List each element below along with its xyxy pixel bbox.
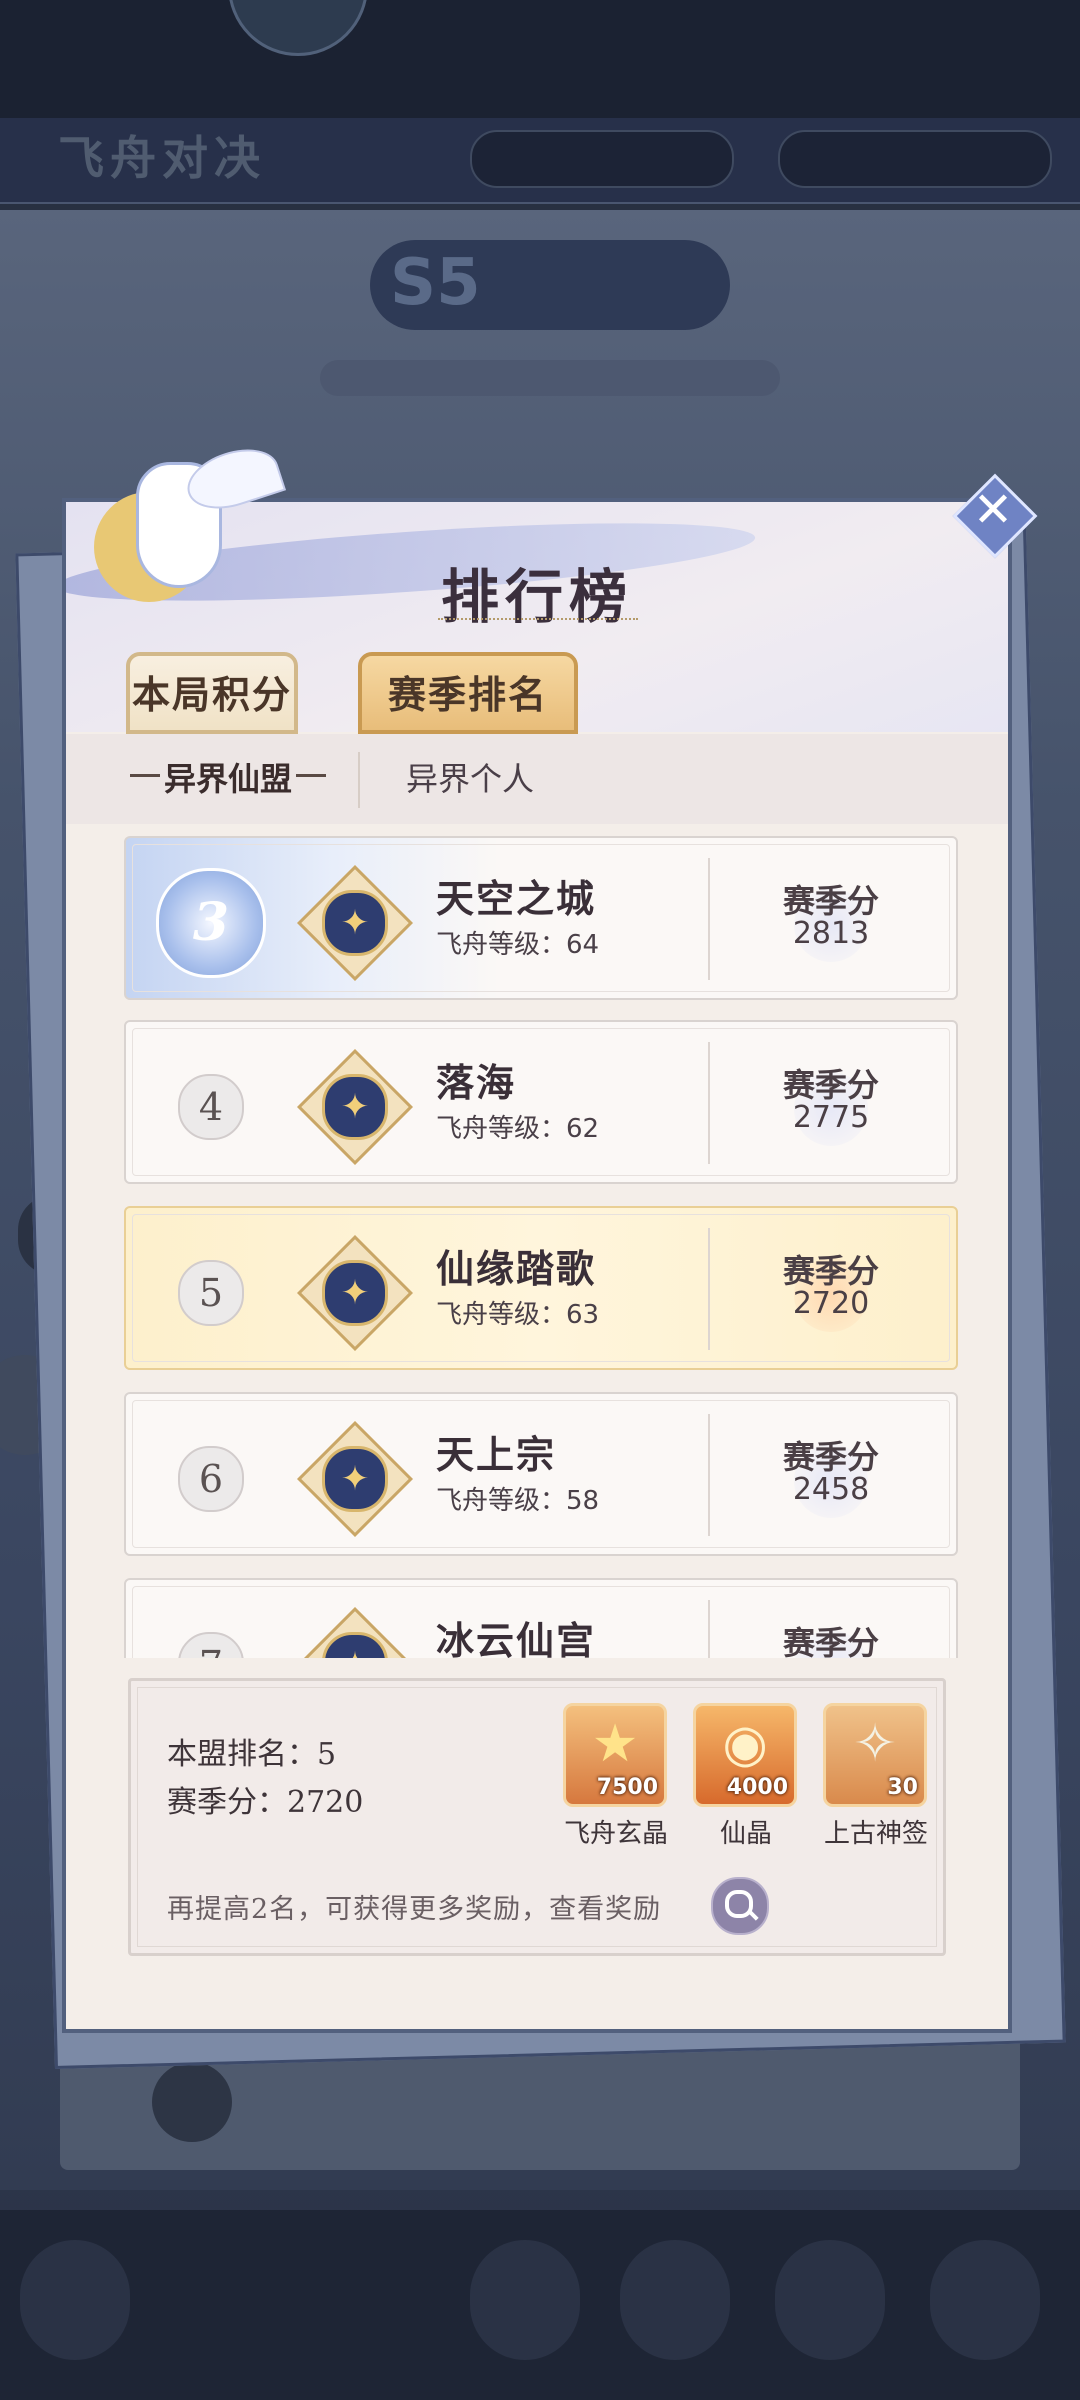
ranking-list[interactable]: 3 ✦ 天空之城 飞舟等级：64 赛季分 2813 4 ✦ 落海 飞舟等级：62…: [124, 836, 958, 1658]
tab-round-score[interactable]: 本局积分: [126, 652, 298, 734]
background-nav-button-1: [470, 2240, 580, 2360]
alliance-emblem-icon: ✦: [297, 1607, 413, 1658]
alliance-emblem-icon: ✦: [297, 865, 413, 981]
ship-level: 飞舟等级：64: [436, 930, 600, 960]
background-nav-button-2: [620, 2240, 730, 2360]
background-bottom-rank: [152, 2062, 232, 2142]
row-divider: [708, 858, 710, 980]
rank-number: 6: [178, 1446, 244, 1512]
season-score-value: 2458: [792, 1472, 870, 1507]
alliance-name: 落海: [436, 1060, 517, 1105]
subtab-divider: [358, 752, 360, 808]
table-row[interactable]: 3 ✦ 天空之城 飞舟等级：64 赛季分 2813: [124, 836, 958, 1000]
alliance-emblem-icon: ✦: [297, 1049, 413, 1165]
star-crystal-icon: ★ 7500: [563, 1703, 667, 1807]
title-ornament: [438, 618, 638, 626]
rank-number: 4: [178, 1074, 244, 1140]
subtab-bar: 异界仙盟 异界个人: [66, 734, 1008, 824]
alliance-name: 冰云仙宫: [436, 1618, 597, 1658]
ship-level: 飞舟等级：58: [436, 1486, 600, 1516]
background-nav-button-4: [930, 2240, 1040, 2360]
own-alliance-summary: 本盟排名：5 赛季分：2720 ★ 7500 飞舟玄晶 ◉ 4000 仙晶 ✧ 30 …: [128, 1678, 946, 1956]
background-title: 飞舟对决: [58, 131, 266, 185]
background-resource-2: [778, 130, 1052, 188]
leaderboard-panel: 排行榜 本局积分 赛季排名 异界仙盟 异界个人 3 ✦ 天空之城 飞舟等级：64…: [62, 498, 1012, 2033]
alliance-emblem-icon: ✦: [297, 1421, 413, 1537]
talisman-icon: ✧ 30: [823, 1703, 927, 1807]
crane-decoration-icon: [76, 432, 287, 612]
season-score-value: 2775: [792, 1100, 870, 1135]
view-rewards-search-icon[interactable]: [711, 1877, 769, 1935]
reward-item[interactable]: ✧ 30 上古神签: [823, 1703, 931, 1850]
alliance-name: 天上宗: [436, 1432, 557, 1477]
season-score-value: 2813: [792, 916, 870, 951]
row-divider: [708, 1228, 710, 1350]
own-score-text: 赛季分：2720: [167, 1785, 364, 1820]
reward-item[interactable]: ★ 7500 飞舟玄晶: [563, 1703, 671, 1850]
background-nav-button-3: [775, 2240, 885, 2360]
ship-level: 飞舟等级：62: [436, 1114, 600, 1144]
alliance-emblem-icon: ✦: [297, 1235, 413, 1351]
table-row[interactable]: 7 ✦ 冰云仙宫 赛季分: [124, 1578, 958, 1658]
subtab-individual[interactable]: 异界个人: [406, 754, 534, 800]
reward-label: 飞舟玄晶: [563, 1819, 668, 1849]
ship-level: 飞舟等级：63: [436, 1300, 600, 1330]
reward-label: 仙晶: [719, 1819, 772, 1849]
close-button[interactable]: ✕: [952, 473, 1038, 559]
rank-number: 5: [178, 1260, 244, 1326]
close-icon: ✕: [972, 482, 1014, 538]
flame-crystal-icon: ◉ 4000: [693, 1703, 797, 1807]
row-divider: [708, 1042, 710, 1164]
background-back-button: [20, 2240, 130, 2360]
table-row-own-alliance[interactable]: 5 ✦ 仙缘踏歌 飞舟等级：63 赛季分 2720: [124, 1206, 958, 1370]
tab-season-rank[interactable]: 赛季排名: [358, 652, 578, 734]
row-divider: [708, 1414, 710, 1536]
table-row[interactable]: 4 ✦ 落海 飞舟等级：62 赛季分 2775: [124, 1020, 958, 1184]
reward-hint-text: 再提高2名，可获得更多奖励，查看奖励: [167, 1894, 662, 1925]
table-row[interactable]: 6 ✦ 天上宗 飞舟等级：58 赛季分 2458: [124, 1392, 958, 1556]
reward-item[interactable]: ◉ 4000 仙晶: [693, 1703, 801, 1850]
subtab-alliance[interactable]: 异界仙盟: [129, 754, 327, 800]
reward-label: 上古神签: [823, 1819, 928, 1849]
alliance-name: 天空之城: [436, 876, 597, 921]
row-divider: [708, 1600, 710, 1658]
background-subtitle: [320, 360, 780, 396]
rank-medal: 3: [156, 868, 266, 978]
season-score-label: 赛季分: [782, 1624, 879, 1658]
season-score-value: 2720: [792, 1286, 870, 1321]
alliance-name: 仙缘踏歌: [436, 1246, 597, 1291]
own-rank-text: 本盟排名：5: [167, 1737, 337, 1772]
background-season-badge: S5: [370, 240, 730, 330]
background-resource-1: [470, 130, 734, 188]
